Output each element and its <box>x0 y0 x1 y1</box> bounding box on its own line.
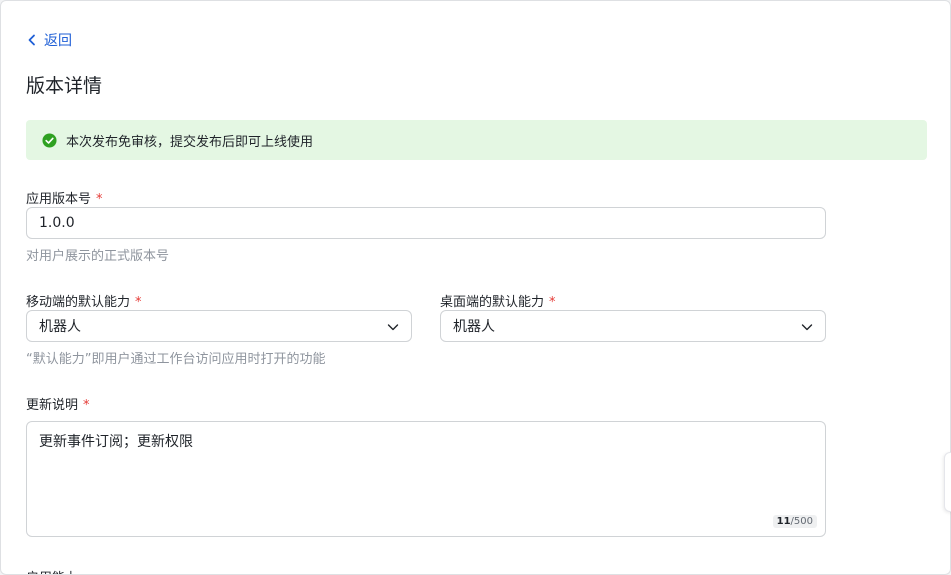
mobile-default-value: 机器人 <box>39 319 81 335</box>
mobile-default-select[interactable]: 机器人 <box>26 310 412 342</box>
character-counter: 11/500 <box>772 515 817 528</box>
mobile-default-label: 移动端的默认能力 * <box>26 291 142 310</box>
version-details-card: 返回 版本详情 本次发布免审核，提交发布后即可上线使用 应用版本号 * 1.0.0… <box>0 0 951 575</box>
desktop-default-select[interactable]: 机器人 <box>440 310 826 342</box>
character-count: 11 <box>776 516 791 527</box>
version-label: 应用版本号 * <box>26 188 103 207</box>
character-max: /500 <box>790 516 813 527</box>
back-link[interactable]: 返回 <box>26 31 72 49</box>
mobile-default-label-text: 移动端的默认能力 <box>26 295 131 310</box>
version-value: 1.0.0 <box>39 215 75 231</box>
back-label: 返回 <box>44 33 72 49</box>
version-label-text: 应用版本号 <box>26 192 92 207</box>
alert-text: 本次发布免审核，提交发布后即可上线使用 <box>66 134 314 150</box>
page-title: 版本详情 <box>26 75 103 97</box>
required-mark: * <box>549 295 556 310</box>
required-mark: * <box>83 398 90 413</box>
desktop-default-label: 桌面端的默认能力 * <box>440 291 556 310</box>
required-mark: * <box>135 295 142 310</box>
release-notes-textarea[interactable]: 更新事件订阅；更新权限 11/500 <box>26 421 826 537</box>
chevron-down-icon <box>387 324 399 331</box>
default-capability-help: “默认能力”即用户通过工作台访问应用时打开的功能 <box>26 352 326 367</box>
side-handle[interactable] <box>944 452 951 512</box>
chevron-left-icon <box>28 34 35 46</box>
release-notes-label-text: 更新说明 <box>26 398 79 413</box>
required-mark: * <box>96 192 103 207</box>
version-help: 对用户展示的正式版本号 <box>26 249 170 264</box>
release-notes-label: 更新说明 * <box>26 394 90 413</box>
desktop-default-value: 机器人 <box>453 319 495 335</box>
next-section-label: 启用能力 <box>26 567 78 574</box>
success-alert: 本次发布免审核，提交发布后即可上线使用 <box>26 120 927 160</box>
release-notes-value: 更新事件订阅；更新权限 <box>39 434 193 450</box>
desktop-default-label-text: 桌面端的默认能力 <box>440 295 545 310</box>
check-circle-icon <box>42 132 57 148</box>
version-input[interactable]: 1.0.0 <box>26 207 826 239</box>
chevron-down-icon <box>801 324 813 331</box>
